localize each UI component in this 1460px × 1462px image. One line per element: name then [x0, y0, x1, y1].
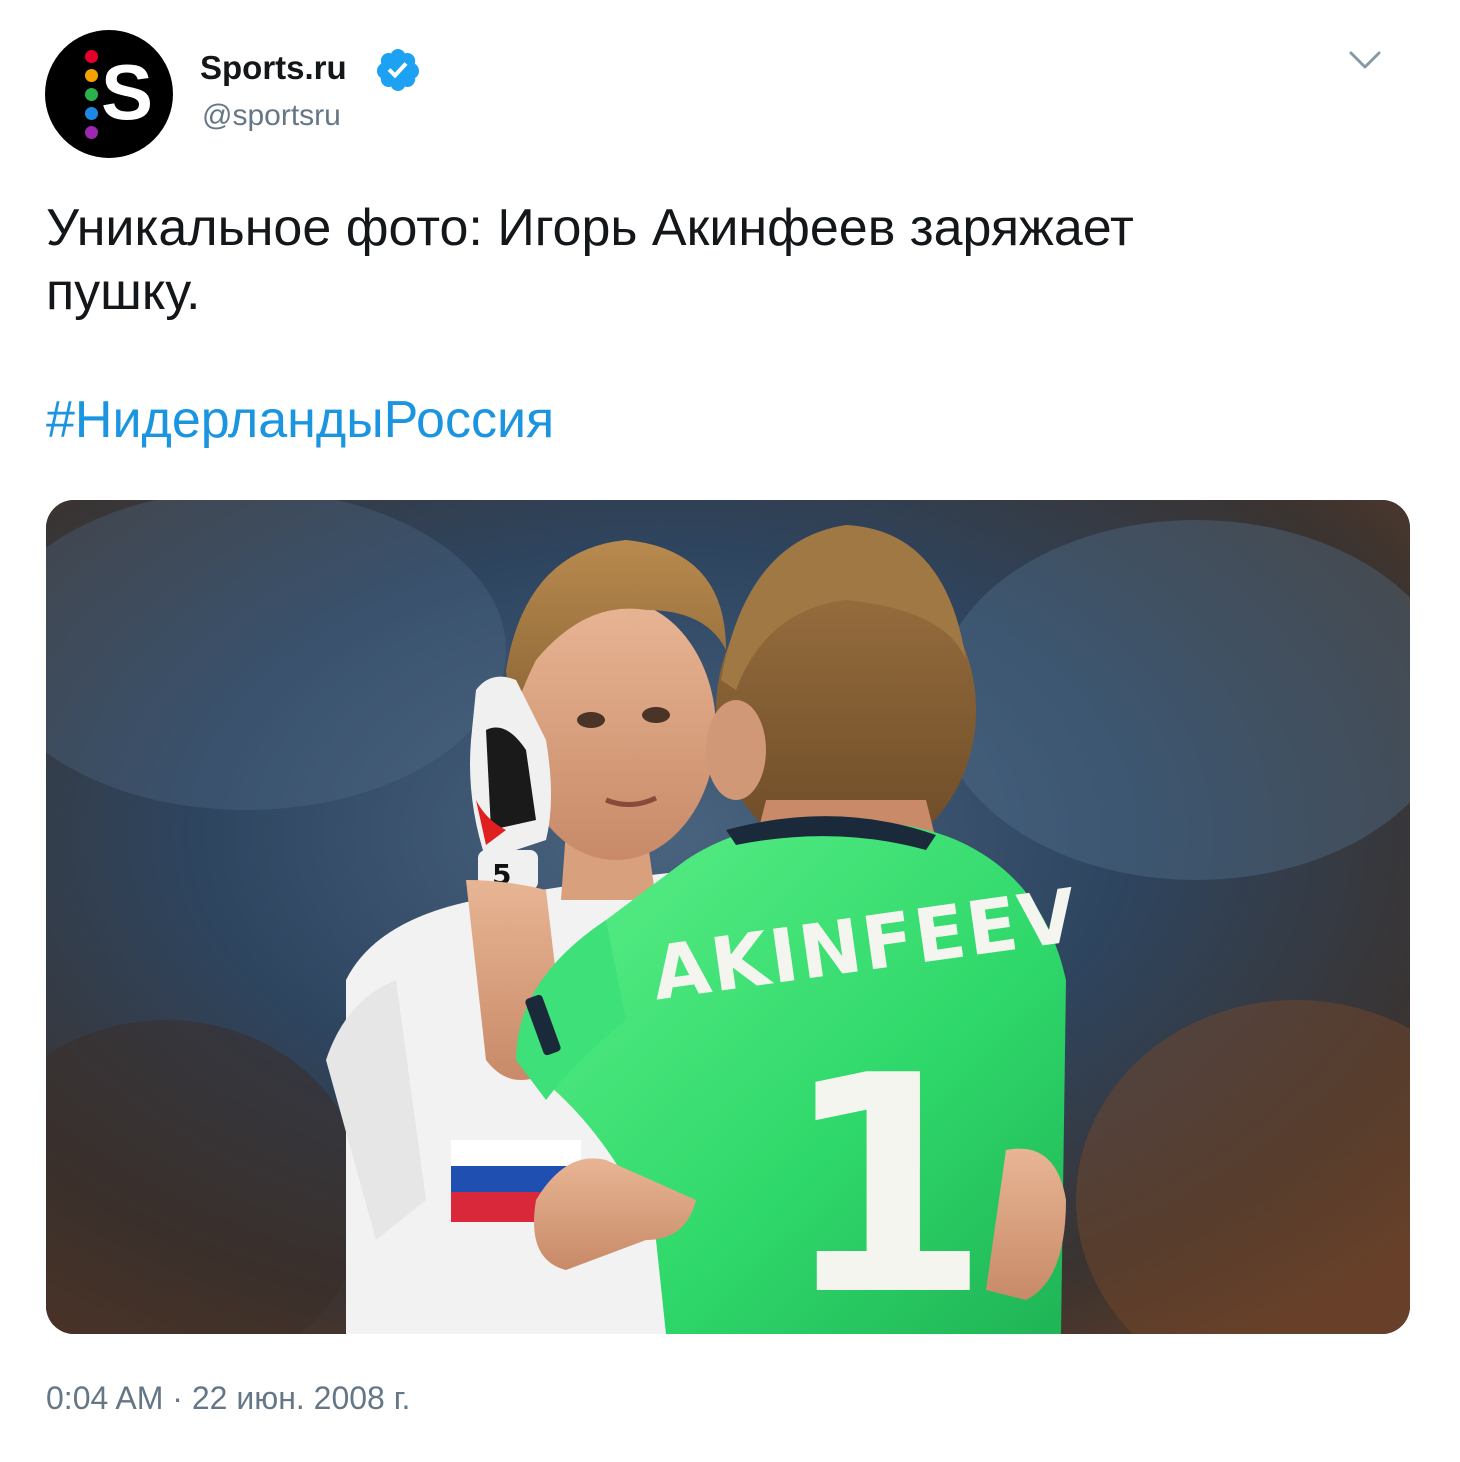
tweet-timestamp[interactable]: 0:04 AM · 22 июн. 2008 г. [46, 1376, 410, 1420]
avatar-dot [85, 88, 98, 101]
tweet-text: Уникальное фото: Игорь Акинфеев заряжает… [46, 199, 1134, 321]
avatar-dot [85, 69, 98, 82]
avatar-dot [85, 126, 98, 139]
tweet-card: S Sports.ru @sportsru Уникальное фото: И… [0, 0, 1460, 1462]
avatar-dot [85, 50, 98, 63]
avatar-dots [85, 50, 99, 140]
chevron-down-icon[interactable] [1346, 46, 1384, 74]
avatar[interactable]: S [45, 30, 173, 158]
avatar-dot [85, 107, 98, 120]
photo-illustration: 5 AKINFEEV 1 [46, 500, 1410, 1334]
tweet-photo[interactable]: 5 AKINFEEV 1 [46, 500, 1410, 1334]
avatar-letter: S [101, 48, 154, 136]
user-handle[interactable]: @sportsru [202, 96, 341, 136]
jersey-number: 1 [782, 1012, 991, 1334]
display-name[interactable]: Sports.ru [200, 46, 347, 90]
verified-badge-icon [376, 49, 419, 91]
hashtag-link[interactable]: #НидерландыРоссия [46, 388, 554, 452]
